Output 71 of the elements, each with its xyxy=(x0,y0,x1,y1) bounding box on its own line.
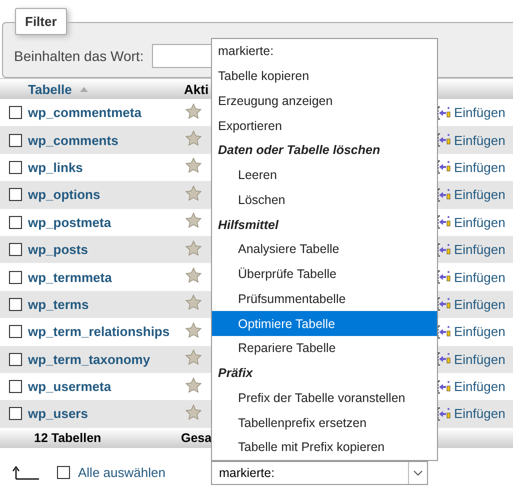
star-icon[interactable] xyxy=(185,404,202,421)
insert-link[interactable]: Einfügen xyxy=(454,242,506,258)
row-checkbox[interactable] xyxy=(9,352,22,366)
row-checkbox[interactable] xyxy=(9,325,22,338)
table-name-link[interactable]: wp_users xyxy=(28,406,184,422)
table-count: 12 Tabellen xyxy=(33,430,102,445)
row-checkbox[interactable] xyxy=(9,160,22,174)
star-icon[interactable] xyxy=(185,102,202,120)
table-name-link[interactable]: wp_comments xyxy=(28,132,184,148)
table-name-link[interactable]: wp_commentmeta xyxy=(28,105,184,120)
table-name-link[interactable]: wp_links xyxy=(28,160,184,175)
insert-link[interactable]: Einfügen xyxy=(454,214,506,230)
insert-row-icon[interactable] xyxy=(437,104,451,121)
table-name-link[interactable]: wp_termmeta xyxy=(28,270,184,285)
insert-row-icon[interactable] xyxy=(437,159,451,176)
table-name-link[interactable]: wp_term_relationships xyxy=(28,324,184,340)
table-name-link[interactable]: wp_term_taxonomy xyxy=(28,352,184,367)
insert-link[interactable]: Einfügen xyxy=(454,406,506,422)
footer-cell: Gesa xyxy=(181,430,212,445)
star-icon[interactable] xyxy=(185,376,202,394)
arrow-up-icon xyxy=(12,466,39,480)
row-checkbox[interactable] xyxy=(9,270,22,284)
table-name-link[interactable]: wp_usermeta xyxy=(28,379,184,394)
star-icon[interactable] xyxy=(185,294,202,312)
star-icon[interactable] xyxy=(185,157,202,174)
insert-row-icon[interactable] xyxy=(437,186,451,203)
row-checkbox[interactable] xyxy=(9,243,22,256)
star-icon[interactable] xyxy=(185,212,202,230)
insert-link[interactable]: Einfügen xyxy=(454,296,506,312)
insert-row-icon[interactable] xyxy=(437,242,451,258)
insert-link[interactable]: Einfügen xyxy=(454,270,506,285)
row-checkbox[interactable] xyxy=(9,407,22,420)
star-icon[interactable] xyxy=(185,184,202,202)
row-checkbox[interactable] xyxy=(9,106,22,120)
insert-row-icon[interactable] xyxy=(437,132,451,148)
insert-row-icon[interactable] xyxy=(437,296,451,312)
select-all-checkbox[interactable] xyxy=(57,466,70,480)
insert-row-icon[interactable] xyxy=(437,351,451,368)
action-select[interactable]: markierte: xyxy=(211,461,428,485)
table-name-link[interactable]: wp_options xyxy=(28,187,184,202)
insert-link[interactable]: Einfügen xyxy=(454,187,506,202)
row-checkbox[interactable] xyxy=(9,298,22,311)
dropdown-option[interactable]: Optimiere Tabelle xyxy=(212,311,437,336)
row-checkbox[interactable] xyxy=(9,380,22,394)
star-icon[interactable] xyxy=(185,130,202,148)
insert-link[interactable]: Einfügen xyxy=(454,379,506,394)
insert-row-icon[interactable] xyxy=(437,269,451,286)
insert-link[interactable]: Einfügen xyxy=(454,160,506,175)
insert-link[interactable]: Einfügen xyxy=(454,352,506,367)
filter-legend: Filter xyxy=(15,8,67,35)
insert-link[interactable]: Einfügen xyxy=(454,132,506,148)
row-checkbox[interactable] xyxy=(9,134,22,147)
insert-link[interactable]: Einfügen xyxy=(454,105,506,120)
table-name-link[interactable]: wp_postmeta xyxy=(28,214,184,230)
star-icon[interactable] xyxy=(185,322,202,339)
column-header[interactable]: Tabelle xyxy=(28,82,184,96)
select-all-link[interactable]: Alle auswählen xyxy=(78,465,166,480)
column-header: Akti xyxy=(184,82,210,96)
insert-row-icon[interactable] xyxy=(437,406,451,422)
star-icon[interactable] xyxy=(185,267,202,284)
star-icon[interactable] xyxy=(185,240,202,257)
table-name-link[interactable]: wp_posts xyxy=(28,242,184,258)
table-name-link[interactable]: wp_terms xyxy=(28,296,184,312)
insert-row-icon[interactable] xyxy=(437,214,451,230)
insert-row-icon[interactable] xyxy=(437,324,451,340)
insert-link[interactable]: Einfügen xyxy=(454,324,506,340)
filter-label: Beinhalten das Wort: xyxy=(14,48,144,64)
star-icon[interactable] xyxy=(185,349,202,366)
row-checkbox[interactable] xyxy=(9,188,22,202)
row-checkbox[interactable] xyxy=(9,216,22,229)
insert-row-icon[interactable] xyxy=(437,378,451,395)
